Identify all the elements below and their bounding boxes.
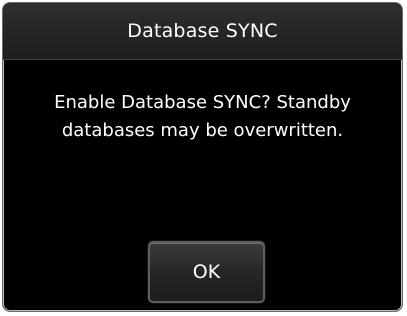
ok-button[interactable]: OK bbox=[148, 241, 265, 303]
dialog-message-line-1: Enable Database SYNC? Standby bbox=[54, 92, 351, 113]
dialog-title: Database SYNC bbox=[127, 20, 278, 42]
dialog-message: Enable Database SYNC? Standby databases … bbox=[3, 89, 402, 145]
database-sync-dialog: Database SYNC Enable Database SYNC? Stan… bbox=[2, 2, 403, 312]
dialog-title-bar: Database SYNC bbox=[3, 3, 402, 60]
ok-button-label: OK bbox=[192, 261, 221, 283]
dialog-message-line-2: databases may be overwritten. bbox=[61, 120, 344, 141]
